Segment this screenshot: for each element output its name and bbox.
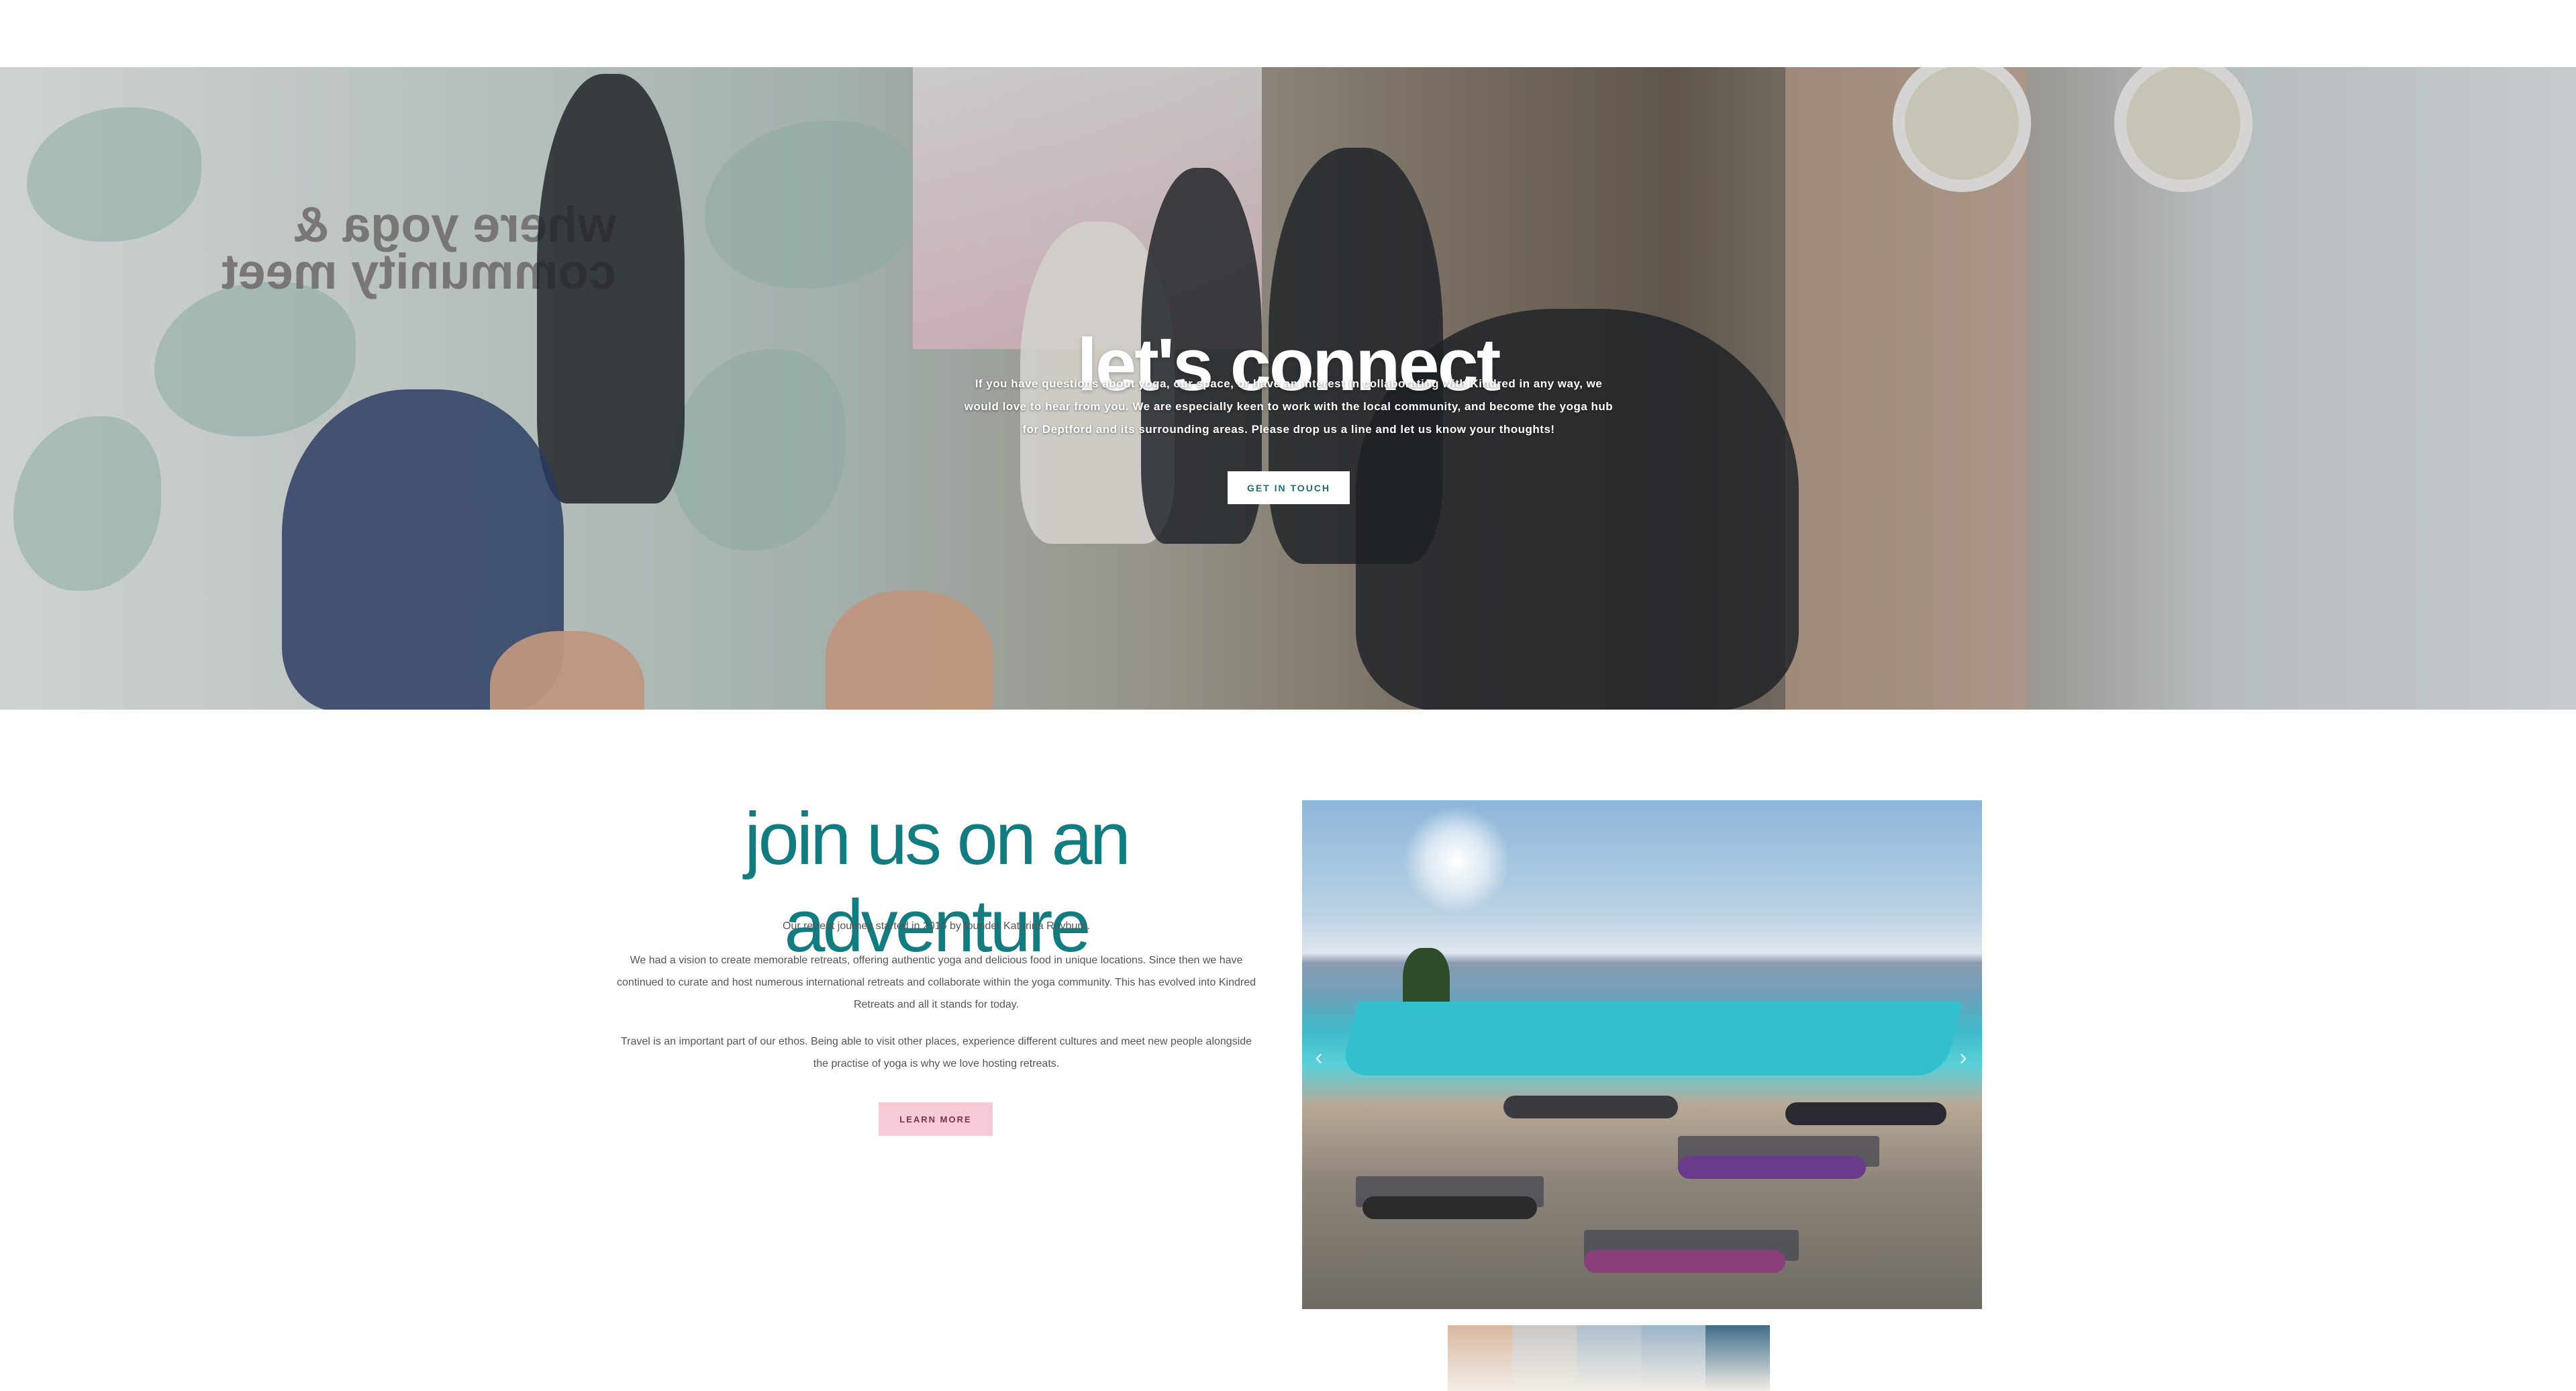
adventure-intro: Our retreat journey started in 2016 by f… [782,920,1091,932]
adventure-paragraph-line: the practise of yoga is why we love host… [813,1058,1060,1069]
gallery-prev-arrow-icon[interactable]: ‹ [1305,1044,1332,1071]
gallery-main-image[interactable] [1302,800,1982,1309]
hero-connect-section: where yoga & community meet let's connec… [0,67,2576,710]
get-in-touch-button[interactable]: GET IN TOUCH [1228,471,1350,504]
person-lying [1363,1196,1537,1219]
hero-description-line: If you have questions about yoga, our sp… [975,377,1603,390]
adventure-paragraph: Travel is an important part of our ethos… [591,1030,1282,1075]
adventure-paragraph-line: continued to curate and host numerous in… [617,977,1256,988]
hero-description-line: for Deptford and its surrounding areas. … [1022,423,1555,436]
adventure-paragraph: We had a vision to create memorable retr… [591,949,1282,1016]
gallery-next-arrow-icon[interactable]: › [1950,1044,1977,1071]
hero-description-line: would love to hear from you. We are espe… [964,400,1614,413]
gallery-thumbnail[interactable] [1512,1325,1577,1391]
adventure-paragraph-line: Retreats and all it stands for today. [853,999,1020,1010]
gallery-thumbnails [1448,1325,1770,1391]
person-lying [1785,1102,1946,1125]
gallery-thumbnail[interactable] [1448,1325,1512,1391]
person-lying [1503,1096,1678,1118]
infinity-pool [1340,1002,1963,1075]
adventure-title: join us on an adventure [744,798,1131,967]
top-header-bar [0,0,2576,67]
adventure-paragraph-line: Travel is an important part of our ethos… [620,1036,1252,1047]
person-lying [1584,1250,1785,1273]
sun-glare [1403,807,1510,914]
hero-description: If you have questions about yoga, our sp… [953,373,1624,441]
adventure-paragraph-line: We had a vision to create memorable retr… [630,955,1243,966]
gallery-thumbnail[interactable] [1641,1325,1705,1391]
learn-more-button[interactable]: LEARN MORE [879,1102,993,1136]
person-lying [1678,1156,1866,1179]
gallery-thumbnail[interactable] [1577,1325,1641,1391]
gallery-thumbnail[interactable] [1705,1325,1770,1391]
